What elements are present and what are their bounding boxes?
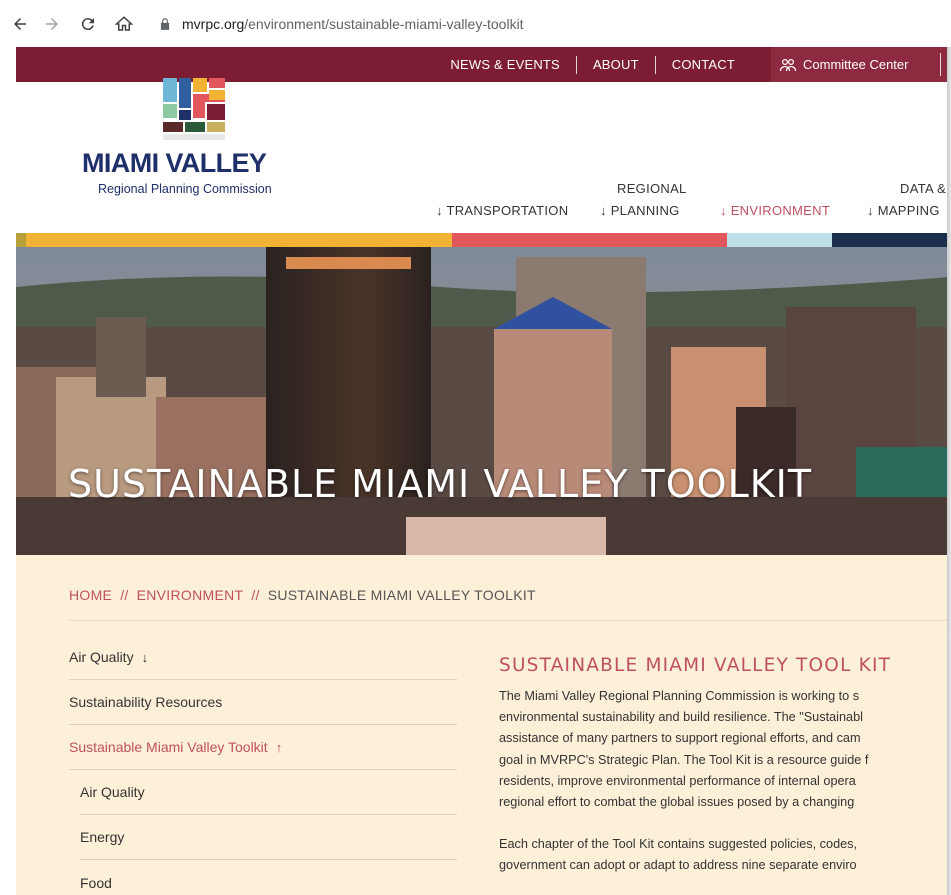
- sidebar-subitem-food[interactable]: Food: [80, 860, 457, 895]
- site-logo[interactable]: MIAMI VALLEY Regional Planning Commissio…: [82, 78, 312, 200]
- paragraph-line: regional effort to combat the global iss…: [499, 795, 855, 810]
- home-icon: [115, 15, 133, 31]
- hero-banner: SUSTAINABLE MIAMI VALLEY TOOLKIT: [16, 247, 951, 555]
- nav-data-label: DATA &: [900, 181, 947, 196]
- breadcrumb-separator: //: [251, 587, 260, 603]
- divider: [69, 620, 951, 621]
- paragraph-line: The Miami Valley Regional Planning Commi…: [499, 689, 860, 703]
- mvrpc-logo-icon: [163, 78, 225, 140]
- section-title: SUSTAINABLE MIAMI VALLEY TOOL KIT: [499, 655, 892, 676]
- breadcrumb-home-link[interactable]: HOME: [69, 587, 112, 603]
- paragraph-line: goal in MVRPC's Strategic Plan. The Tool…: [499, 752, 869, 767]
- paragraph-line: assistance of many partners to support r…: [499, 731, 861, 746]
- nav-environment-label: ↓ ENVIRONMENT: [720, 203, 831, 218]
- hero-title: SUSTAINABLE MIAMI VALLEY TOOLKIT: [68, 462, 813, 506]
- url-host: mvrpc.org: [182, 15, 245, 32]
- url-path: /environment/sustainable-miami-valley-to…: [244, 15, 524, 32]
- sidebar-item-label: Sustainable Miami Valley Toolkit: [69, 739, 268, 755]
- home-button[interactable]: [110, 10, 138, 38]
- color-stripe: [832, 233, 951, 247]
- paragraph-line: Each chapter of the Tool Kit contains su…: [499, 837, 858, 852]
- content-area: HOME // ENVIRONMENT // SUSTAINABLE MIAMI VAL…: [16, 555, 951, 895]
- sidebar-subitem-air-quality[interactable]: Air Quality: [80, 770, 457, 815]
- color-stripe: [727, 233, 832, 247]
- nav-planning-label: ↓ PLANNING: [600, 203, 680, 218]
- color-stripe: [452, 233, 727, 247]
- nav-transportation-label: ↓ TRANSPORTATION: [436, 203, 569, 218]
- breadcrumb-separator: //: [120, 587, 129, 603]
- news-events-link[interactable]: NEWS & EVENTS: [434, 57, 576, 72]
- contact-link[interactable]: CONTACT: [656, 57, 751, 72]
- sidebar-item-label: Air Quality: [69, 649, 134, 665]
- breadcrumb: HOME // ENVIRONMENT // SUSTAINABLE MIAMI VAL…: [69, 587, 536, 603]
- breadcrumb-environment-link[interactable]: ENVIRONMENT: [137, 587, 244, 603]
- about-link[interactable]: ABOUT: [577, 57, 655, 72]
- intro-paragraph: The Miami Valley Regional Planning Commi…: [499, 686, 951, 813]
- arrow-right-icon: [46, 17, 58, 30]
- divider: [940, 53, 941, 76]
- arrow-up-icon: ↑: [275, 739, 283, 755]
- nav-mapping-label: ↓ MAPPING: [867, 203, 940, 218]
- divider: [575, 55, 577, 74]
- address-bar[interactable]: mvrpc.org/environment/sustainable-miami-…: [158, 6, 524, 42]
- utility-bar: NEWS & EVENTS ABOUT CONTACT Committee Ce…: [16, 47, 951, 82]
- sidebar-subitem-label: Food: [80, 874, 112, 891]
- forward-button[interactable]: [38, 10, 66, 38]
- lock-icon: [160, 17, 170, 30]
- city-skyline-image: [16, 247, 951, 555]
- committee-center-button[interactable]: Committee Center: [771, 47, 951, 82]
- arrow-left-icon: [14, 17, 26, 30]
- sidebar-item-toolkit[interactable]: Sustainable Miami Valley Toolkit ↑: [69, 725, 457, 770]
- back-button[interactable]: [6, 10, 34, 38]
- site-page: NEWS & EVENTS ABOUT CONTACT Committee Ce…: [16, 47, 951, 895]
- color-stripe: [16, 233, 26, 247]
- arrow-down-icon: ↓: [141, 649, 149, 665]
- browser-toolbar: mvrpc.org/environment/sustainable-miami-…: [0, 0, 951, 47]
- logo-title: MIAMI VALLEY: [82, 148, 267, 178]
- sidebar-subitem-label: Air Quality: [80, 784, 145, 800]
- people-icon: [779, 58, 797, 71]
- committee-center-label: Committee Center: [803, 57, 909, 72]
- main-content: SUSTAINABLE MIAMI VALLEY TOOL KIT The Mi…: [499, 655, 951, 877]
- logo-subtitle: Regional Planning Commission: [98, 182, 272, 196]
- divider: [654, 55, 656, 74]
- paragraph-line: environmental sustainability and build r…: [499, 710, 863, 725]
- reload-icon: [81, 17, 94, 30]
- breadcrumb-current: SUSTAINABLE MIAMI VALLEY TOOLKIT: [267, 587, 536, 603]
- sidebar-nav: Air Quality ↓ Sustainability Resources S…: [69, 635, 457, 895]
- paragraph-line: residents, improve environmental perform…: [499, 773, 856, 788]
- page-edge-shadow: [947, 47, 951, 895]
- nav-regional-label: REGIONAL: [617, 181, 687, 196]
- sidebar-item-air-quality[interactable]: Air Quality ↓: [69, 635, 457, 680]
- chapter-paragraph: Each chapter of the Tool Kit contains su…: [499, 834, 951, 876]
- sidebar-item-sustainability-resources[interactable]: Sustainability Resources: [69, 680, 457, 725]
- reload-button[interactable]: [74, 10, 102, 38]
- sidebar-subitem-label: Energy: [80, 829, 125, 845]
- sidebar-item-label: Sustainability Resources: [69, 694, 223, 710]
- color-stripe: [26, 233, 452, 247]
- paragraph-line: government can adopt or adapt to address…: [499, 858, 857, 873]
- sidebar-subitem-energy[interactable]: Energy: [80, 815, 457, 860]
